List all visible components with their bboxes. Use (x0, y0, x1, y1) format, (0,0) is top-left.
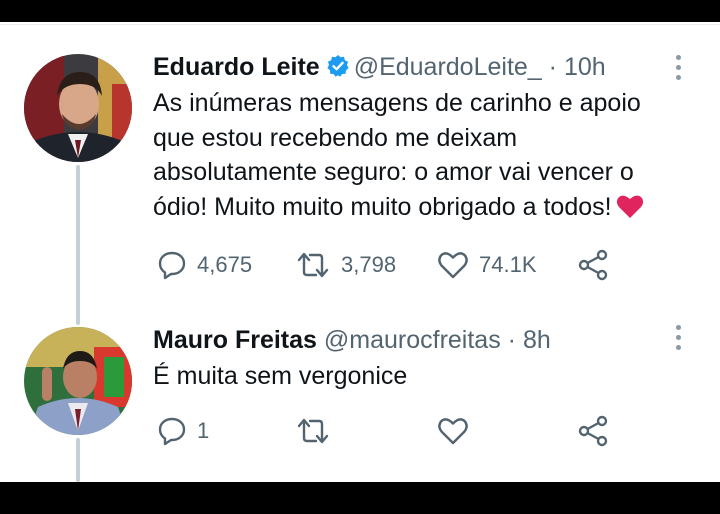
like-button[interactable] (437, 411, 479, 451)
tweet-header: Eduardo Leite @EduardoLeite_ · 10h (153, 52, 606, 85)
tweet-actions: 1 (153, 411, 633, 451)
share-button[interactable] (577, 411, 609, 451)
tweet-actions: 4,675 3,798 74.1K (153, 245, 633, 285)
like-button[interactable]: 74.1K (437, 245, 537, 285)
timestamp[interactable]: 10h (564, 53, 606, 81)
separator: · (507, 326, 516, 354)
tweet-text-line-last: ódio! Muito muito muito obrigado a todos… (153, 190, 703, 229)
more-options-icon[interactable] (668, 52, 688, 82)
thread-line (76, 165, 80, 325)
separator: · (548, 53, 557, 81)
like-count: 74.1K (479, 252, 537, 277)
reply-icon (157, 250, 187, 280)
handle[interactable]: @maurocfreitas (324, 326, 501, 354)
retweet-button[interactable]: 3,798 (295, 245, 396, 285)
retweet-count: 3,798 (341, 252, 397, 277)
more-options-icon[interactable] (668, 322, 688, 352)
reply-count: 1 (197, 418, 210, 443)
top-divider (0, 24, 720, 25)
thread-line-continuation (76, 438, 80, 482)
timestamp[interactable]: 8h (523, 326, 551, 354)
reply-count: 4,675 (197, 252, 253, 277)
retweet-icon (295, 416, 331, 446)
tweet-text: É muita sem vergonice (153, 359, 703, 394)
like-icon (437, 250, 469, 280)
bottom-black-bar (0, 482, 720, 514)
tweet-text-line: É muita sem vergonice (153, 362, 408, 390)
display-name[interactable]: Mauro Freitas (153, 326, 317, 354)
tweet-text-line: ódio! Muito muito muito obrigado a todos… (153, 192, 612, 221)
share-button[interactable] (577, 245, 609, 285)
display-name[interactable]: Eduardo Leite (153, 53, 320, 81)
share-icon (577, 249, 609, 281)
tweet-text-line: absolutamente seguro: o amor vai vencer … (153, 158, 634, 186)
handle[interactable]: @EduardoLeite_ (354, 53, 542, 81)
reply-button[interactable]: 4,675 (157, 245, 252, 285)
tweet-text: As inúmeras mensagens de carinho e apoio… (153, 86, 703, 228)
like-icon (437, 416, 469, 446)
verified-badge-icon (326, 54, 350, 85)
avatar[interactable] (24, 327, 132, 435)
tweet-text-line: As inúmeras mensagens de carinho e apoio (153, 89, 641, 117)
reply-button[interactable]: 1 (157, 411, 209, 451)
red-heart-emoji (616, 193, 644, 229)
tweet-text-line: que estou recebendo me deixam (153, 123, 518, 152)
reply-icon (157, 416, 187, 446)
share-icon (577, 415, 609, 447)
retweet-icon (295, 250, 331, 280)
retweet-button[interactable] (295, 411, 341, 451)
top-black-bar (0, 0, 720, 22)
tweet-header: Mauro Freitas @maurocfreitas · 8h (153, 325, 551, 355)
avatar[interactable] (24, 54, 132, 162)
